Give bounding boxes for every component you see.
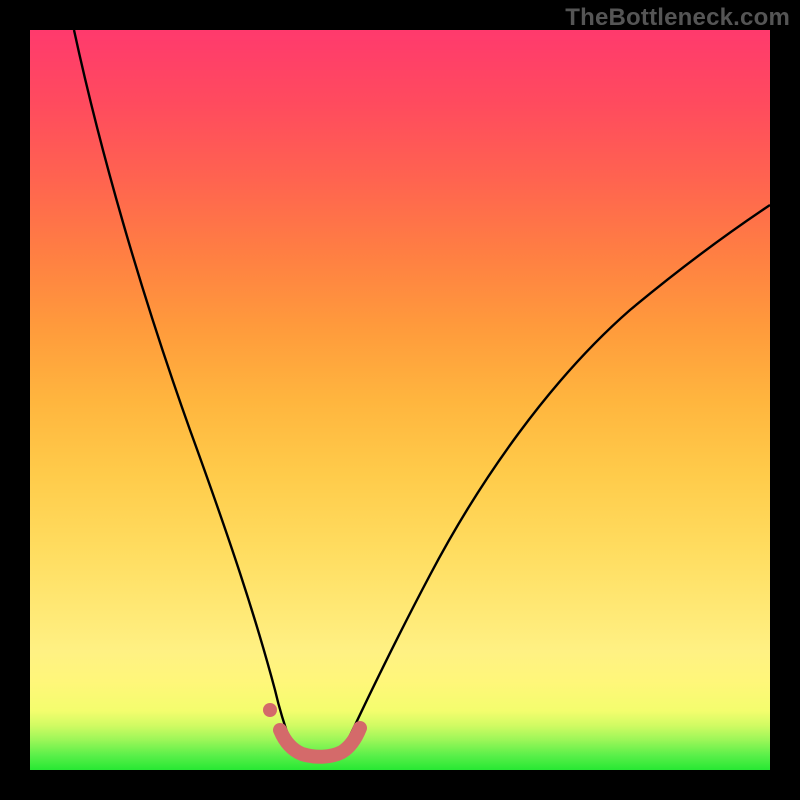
plot-area bbox=[30, 30, 770, 770]
curves-svg bbox=[30, 30, 770, 770]
left-branch bbox=[74, 30, 292, 746]
right-branch bbox=[345, 205, 770, 746]
accent-thick-segment bbox=[280, 728, 360, 757]
watermark-text: TheBottleneck.com bbox=[565, 4, 790, 32]
accent-dot bbox=[263, 703, 277, 717]
chart-frame: TheBottleneck.com bbox=[0, 0, 800, 800]
